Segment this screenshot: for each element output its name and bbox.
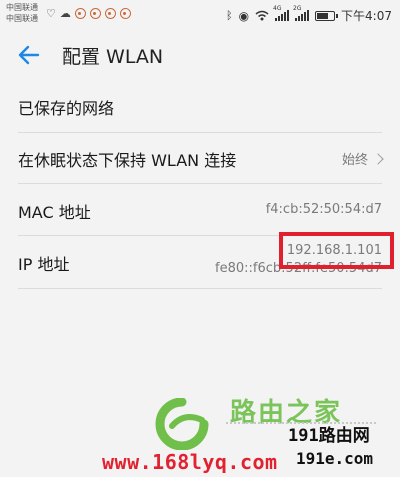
battery-icon: [315, 10, 339, 21]
watermark-logo-icon: [155, 398, 209, 450]
ip-highlight-box: [279, 232, 394, 269]
signal-4g-group: 4G: [273, 5, 290, 21]
network-type-badge: 2G: [293, 5, 302, 12]
clock: 下午4:07: [341, 9, 392, 23]
sleep-wlan-label: 在休眠状态下保持 WLAN 连接: [18, 151, 237, 170]
sleep-wlan-value-text: 始终: [341, 153, 368, 168]
saved-networks-item[interactable]: 已保存的网络: [18, 80, 382, 133]
carrier-1: 中国联通: [6, 3, 38, 12]
network-type-badge: 4G: [273, 5, 282, 12]
app-notification-icon: [104, 8, 116, 19]
watermark-191-domain: 191e.com: [296, 449, 374, 468]
notification-icons: ♡ ☁: [46, 8, 131, 19]
system-icons: ᛒ ◉ 4G 2G 下午4:07: [225, 5, 392, 24]
chevron-right-icon: [372, 153, 384, 165]
saved-networks-label: 已保存的网络: [18, 99, 115, 118]
page-title: 配置 WLAN: [62, 46, 164, 68]
carrier-names: 中国联通 中国联通: [6, 2, 38, 24]
wifi-icon: [255, 10, 269, 21]
carrier-2: 中国联通: [6, 14, 38, 23]
ip-address-label: IP 地址: [18, 255, 70, 274]
watermark-url: www.168lyq.com: [102, 450, 278, 474]
mac-address-label: MAC 地址: [18, 203, 91, 222]
signal-2g-group: 2G: [293, 5, 310, 21]
app-notification-icon: [74, 8, 86, 19]
app-header: 配置 WLAN: [0, 30, 400, 80]
heart-icon: ♡: [46, 7, 56, 20]
back-arrow-icon[interactable]: [16, 42, 42, 68]
sleep-wlan-setting[interactable]: 在休眠状态下保持 WLAN 连接 始终: [18, 133, 384, 184]
mac-address-value: f4:cb:52:50:54:d7: [265, 202, 382, 217]
sleep-wlan-value: 始终: [341, 149, 384, 168]
cloud-icon: ☁: [59, 7, 71, 20]
watermark-divider: [226, 422, 376, 424]
watermark-191-name: 191路由网: [288, 426, 370, 446]
eye-comfort-icon: ◉: [238, 8, 250, 23]
bluetooth-icon: ᛒ: [225, 9, 233, 22]
mac-address-item: MAC 地址 f4:cb:52:50:54:d7: [18, 184, 382, 236]
status-bar: 中国联通 中国联通 ♡ ☁ ᛒ ◉ 4G 2G 下午4:07: [0, 0, 400, 30]
app-notification-icon: [89, 8, 101, 19]
app-notification-icon: [119, 8, 131, 19]
